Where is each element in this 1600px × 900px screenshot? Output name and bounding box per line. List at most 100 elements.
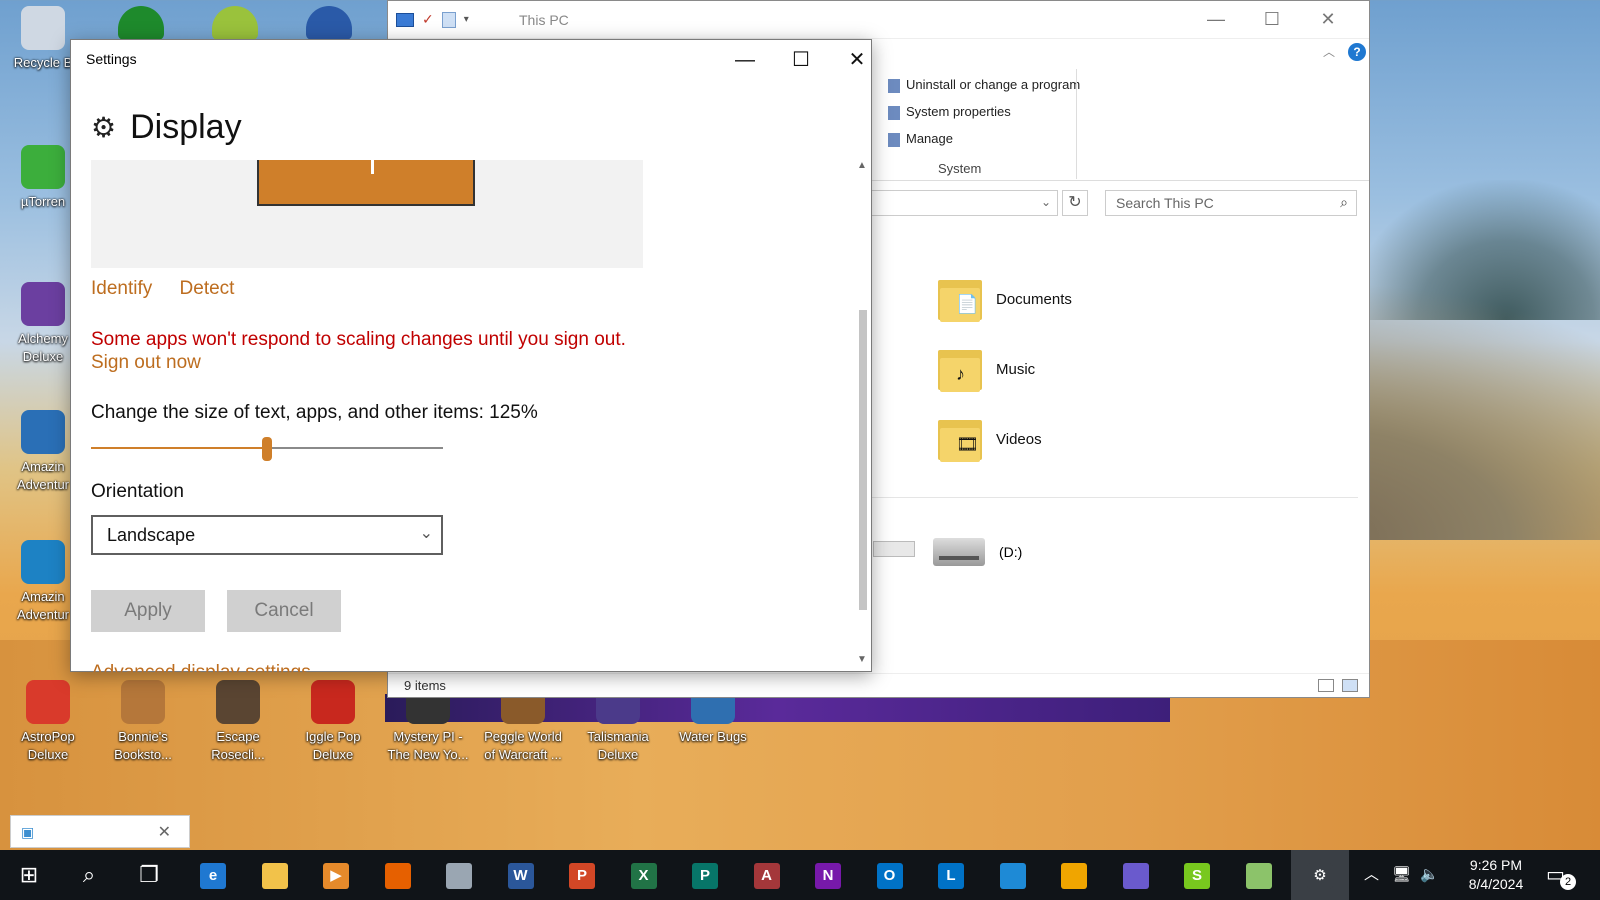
search-input[interactable]: Search This PC ⌕ [1105, 190, 1357, 216]
taskbar-app-glyph [446, 863, 472, 890]
folder-badge-icon: ♪ [956, 364, 965, 384]
window-preview-icon: ▣ [21, 824, 35, 840]
desktop-icon[interactable]: Bonnie's Booksto... [97, 680, 189, 764]
desktop-icon-label: Recycle B [13, 55, 73, 70]
manage-icon [888, 132, 900, 147]
apply-button[interactable]: Apply [91, 590, 205, 632]
sign-out-link[interactable]: Sign out now [91, 352, 201, 374]
scroll-down-icon[interactable]: ▼ [857, 654, 867, 665]
excel-icon[interactable]: X [615, 850, 673, 900]
puzzle-icon[interactable] [1045, 850, 1103, 900]
network-icon[interactable]: 🖥 [1392, 850, 1411, 900]
page-title: Display [130, 108, 242, 146]
desktop-app-icon[interactable] [212, 6, 258, 40]
settings-scrollbar[interactable]: ▲ ▼ [855, 160, 871, 670]
onenote-icon[interactable]: N [799, 850, 857, 900]
taskbar-preview[interactable]: ▣ ✕ [10, 815, 190, 848]
sway-icon[interactable]: S [1168, 850, 1226, 900]
taskbar-app-glyph: O [876, 863, 903, 890]
edge-icon[interactable]: e [184, 850, 242, 900]
task-view-icon[interactable]: ❐ [120, 850, 178, 900]
desktop-icon[interactable]: AstroPop Deluxe [2, 680, 94, 764]
vm-icon[interactable] [984, 850, 1042, 900]
word-icon[interactable]: W [492, 850, 550, 900]
folder-item[interactable]: 📄 Documents [938, 276, 1072, 322]
clock[interactable]: 9:26 PM 8/4/2024 [1456, 856, 1536, 894]
drive-label: (D:) [999, 544, 1023, 560]
taskbar-app-glyph: L [938, 863, 964, 890]
desktop-icon[interactable]: Iggle Pop Deluxe [287, 680, 379, 764]
display-links: Identify Detect [91, 278, 256, 300]
settings-close-button[interactable]: ✕ [829, 42, 885, 78]
folder-item[interactable]: ♪ Music [938, 346, 1035, 392]
taskbar-app-glyph: A [753, 863, 780, 890]
identify-link[interactable]: Identify [91, 278, 152, 299]
system-properties-button[interactable]: System properties [888, 104, 1011, 120]
access-icon[interactable]: A [738, 850, 796, 900]
advanced-display-settings-link[interactable]: Advanced display settings [91, 660, 311, 672]
item-count: 9 items [404, 678, 446, 693]
monitor-tile[interactable] [257, 160, 475, 206]
slider-fill [91, 447, 267, 449]
explorer-maximize-button[interactable]: ☐ [1244, 1, 1300, 39]
settings-icon[interactable]: ⚙ [1291, 850, 1349, 900]
desktop-icon-label: Water Bugs [679, 729, 747, 744]
desktop-icon-label: µTorren [20, 194, 66, 209]
media-player-icon[interactable]: ▶ [307, 850, 365, 900]
app-icon[interactable] [430, 850, 488, 900]
details-view-icon[interactable] [1318, 679, 1334, 692]
uninstall-program-button[interactable]: Uninstall or change a program [888, 77, 1080, 93]
volume-muted-icon[interactable]: 🔈 [1420, 850, 1439, 900]
folder-item[interactable]: 🎞 Videos [938, 416, 1042, 462]
manage-button[interactable]: Manage [888, 131, 953, 147]
start-button[interactable]: ⊞ [0, 850, 58, 900]
file-explorer-icon[interactable] [246, 850, 304, 900]
chevron-down-icon[interactable]: ⌄ [1041, 195, 1051, 209]
explorer-close-button[interactable]: ✕ [1300, 1, 1356, 39]
address-bar[interactable]: ⌄ [848, 190, 1058, 216]
desktop-icon-label: Escape Rosecli... [211, 729, 265, 762]
search-icon[interactable]: ⌕ [60, 850, 118, 900]
taskbar-app-glyph: e [200, 863, 226, 890]
settings-minimize-button[interactable]: — [717, 42, 773, 78]
scale-label: Change the size of text, apps, and other… [91, 402, 538, 423]
recycle-icon[interactable] [1230, 850, 1288, 900]
ribbon-group-label: System [938, 161, 982, 176]
desktop-app-icon[interactable] [118, 6, 164, 40]
properties-icon[interactable]: ✓ [422, 11, 434, 28]
lync-icon[interactable]: L [922, 850, 980, 900]
documents-folder-icon: 📄 [938, 276, 982, 322]
large-icons-view-icon[interactable] [1342, 679, 1358, 692]
settings-maximize-button[interactable]: ☐ [773, 42, 829, 78]
scroll-up-icon[interactable]: ▲ [857, 160, 867, 171]
this-pc-icon [396, 12, 414, 27]
action-center-icon[interactable]: ▭ 2 [1546, 862, 1576, 890]
chevron-up-icon[interactable]: ︿ [1364, 850, 1379, 900]
outlook-icon[interactable]: O [861, 850, 919, 900]
close-icon[interactable]: ✕ [158, 822, 171, 842]
explorer-title-bar: ✓ ▾ This PC — ☐ ✕ [388, 1, 1369, 39]
explorer-title: This PC [519, 12, 569, 28]
cancel-button[interactable]: Cancel [227, 590, 341, 632]
drive-d-item[interactable]: (D:) [933, 538, 1022, 566]
scrollbar-thumb[interactable] [859, 310, 867, 610]
taskbar-app-glyph [999, 863, 1026, 890]
taskbar-app-glyph [1061, 863, 1087, 890]
qat-dropdown-icon[interactable]: ▾ [464, 14, 469, 25]
firefox-icon[interactable] [369, 850, 427, 900]
drive-icon [933, 538, 985, 566]
bird-icon[interactable] [1107, 850, 1165, 900]
desktop-icon[interactable]: Escape Rosecli... [192, 680, 284, 764]
detect-link[interactable]: Detect [180, 278, 235, 299]
scale-slider[interactable] [91, 437, 443, 461]
refresh-icon[interactable]: ↻ [1062, 190, 1088, 216]
taskbar-app-glyph [261, 863, 288, 890]
explorer-minimize-button[interactable]: — [1188, 1, 1244, 39]
publisher-icon[interactable]: P [676, 850, 734, 900]
orientation-select[interactable]: Landscape ⌄ [91, 515, 443, 555]
powerpoint-icon[interactable]: P [553, 850, 611, 900]
desktop-app-icon[interactable] [306, 6, 352, 40]
new-folder-icon[interactable] [441, 11, 456, 28]
monitor-marker [371, 160, 374, 174]
slider-thumb[interactable] [262, 437, 272, 461]
